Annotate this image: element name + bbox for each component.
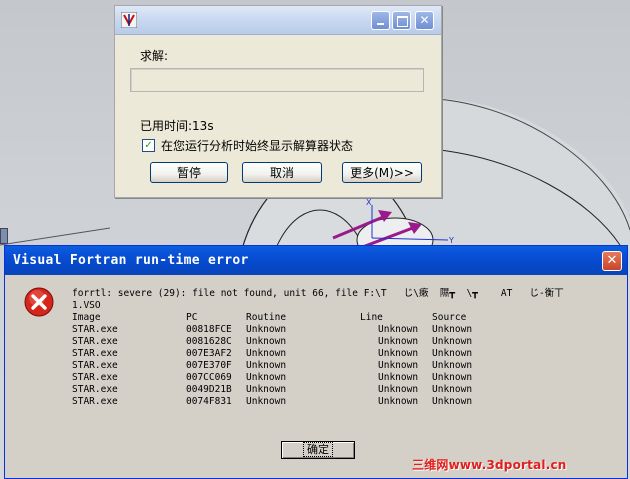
cell-source: Unknown xyxy=(432,336,473,347)
cell-routine: Unknown xyxy=(246,396,287,407)
col-header-routine: Routine xyxy=(246,312,287,323)
solver-close-button[interactable]: ✕ xyxy=(415,11,434,30)
cell-image: STAR.exe xyxy=(72,348,118,359)
elapsed-time-label: 已用时间:13s xyxy=(140,119,214,133)
cell-pc: 007E370F xyxy=(186,360,232,371)
cell-routine: Unknown xyxy=(246,372,287,383)
cell-source: Unknown xyxy=(432,372,473,383)
cell-image: STAR.exe xyxy=(72,372,118,383)
cell-line: Unknown xyxy=(378,372,419,383)
cell-pc: 00818FCE xyxy=(186,324,232,335)
maximize-button[interactable] xyxy=(392,11,411,30)
cell-image: STAR.exe xyxy=(72,396,118,407)
maximize-icon xyxy=(397,16,408,27)
cell-source: Unknown xyxy=(432,360,473,371)
cell-pc: 0049D21B xyxy=(186,384,232,395)
error-message-line2: 1.VSO xyxy=(72,300,101,311)
col-header-line: Line xyxy=(360,312,383,323)
minimize-button[interactable] xyxy=(371,11,390,30)
error-titlebar[interactable]: Visual Fortran run-time error ✕ xyxy=(5,246,627,275)
solve-label: 求解: xyxy=(140,49,169,63)
cell-routine: Unknown xyxy=(246,360,287,371)
ok-button[interactable]: 确定 xyxy=(281,441,355,459)
fortran-error-dialog: Visual Fortran run-time error ✕ forrtl: … xyxy=(4,245,628,479)
cell-routine: Unknown xyxy=(246,324,287,335)
cell-source: Unknown xyxy=(432,396,473,407)
cell-pc: 007E3AF2 xyxy=(186,348,232,359)
error-close-button[interactable]: ✕ xyxy=(602,251,622,271)
cell-pc: 0081628C xyxy=(186,336,232,347)
solidworks-app-icon xyxy=(121,12,137,28)
cell-image: STAR.exe xyxy=(72,384,118,395)
pause-button[interactable]: 暂停 xyxy=(150,162,228,183)
always-show-status-label: 在您运行分析时始终显示解算器状态 xyxy=(161,139,354,153)
cell-routine: Unknown xyxy=(246,384,287,395)
cell-image: STAR.exe xyxy=(72,360,118,371)
cell-pc: 0074F831 xyxy=(186,396,232,407)
axis-x-label: X xyxy=(366,198,372,207)
cell-line: Unknown xyxy=(378,324,419,335)
side-panel-tab[interactable] xyxy=(0,228,8,244)
axis-y-label: Y xyxy=(448,236,454,245)
cell-routine: Unknown xyxy=(246,336,287,347)
cell-line: Unknown xyxy=(378,336,419,347)
minimize-icon xyxy=(377,23,384,25)
error-icon xyxy=(24,287,54,317)
cell-image: STAR.exe xyxy=(72,336,118,347)
cell-line: Unknown xyxy=(378,360,419,371)
close-icon: ✕ xyxy=(419,13,430,27)
solver-status-dialog: ✕ 求解: 已用时间:13s ✓ 在您运行分析时始终显示解算器状态 暂停 取消 … xyxy=(114,5,442,198)
cell-line: Unknown xyxy=(378,384,419,395)
cell-source: Unknown xyxy=(432,324,473,335)
cell-pc: 007CC069 xyxy=(186,372,232,383)
cell-image: STAR.exe xyxy=(72,324,118,335)
ok-button-label: 确定 xyxy=(303,442,333,457)
cell-line: Unknown xyxy=(378,396,419,407)
cell-source: Unknown xyxy=(432,384,473,395)
cell-routine: Unknown xyxy=(246,348,287,359)
error-message-line1: forrtl: severe (29): file not found, uni… xyxy=(72,288,564,299)
solve-progress-bar xyxy=(130,68,424,92)
col-header-image: Image xyxy=(72,312,101,323)
cancel-button[interactable]: 取消 xyxy=(242,162,322,183)
cell-source: Unknown xyxy=(432,348,473,359)
error-dialog-title: Visual Fortran run-time error xyxy=(13,253,249,268)
cell-line: Unknown xyxy=(378,348,419,359)
col-header-source: Source xyxy=(432,312,467,323)
more-button[interactable]: 更多(M)>> xyxy=(342,162,422,183)
always-show-status-checkbox[interactable]: ✓ xyxy=(142,139,155,152)
solver-titlebar[interactable]: ✕ xyxy=(115,6,441,35)
col-header-pc: PC xyxy=(186,312,198,323)
site-watermark: 三维网www.3dportal.cn xyxy=(412,458,567,472)
